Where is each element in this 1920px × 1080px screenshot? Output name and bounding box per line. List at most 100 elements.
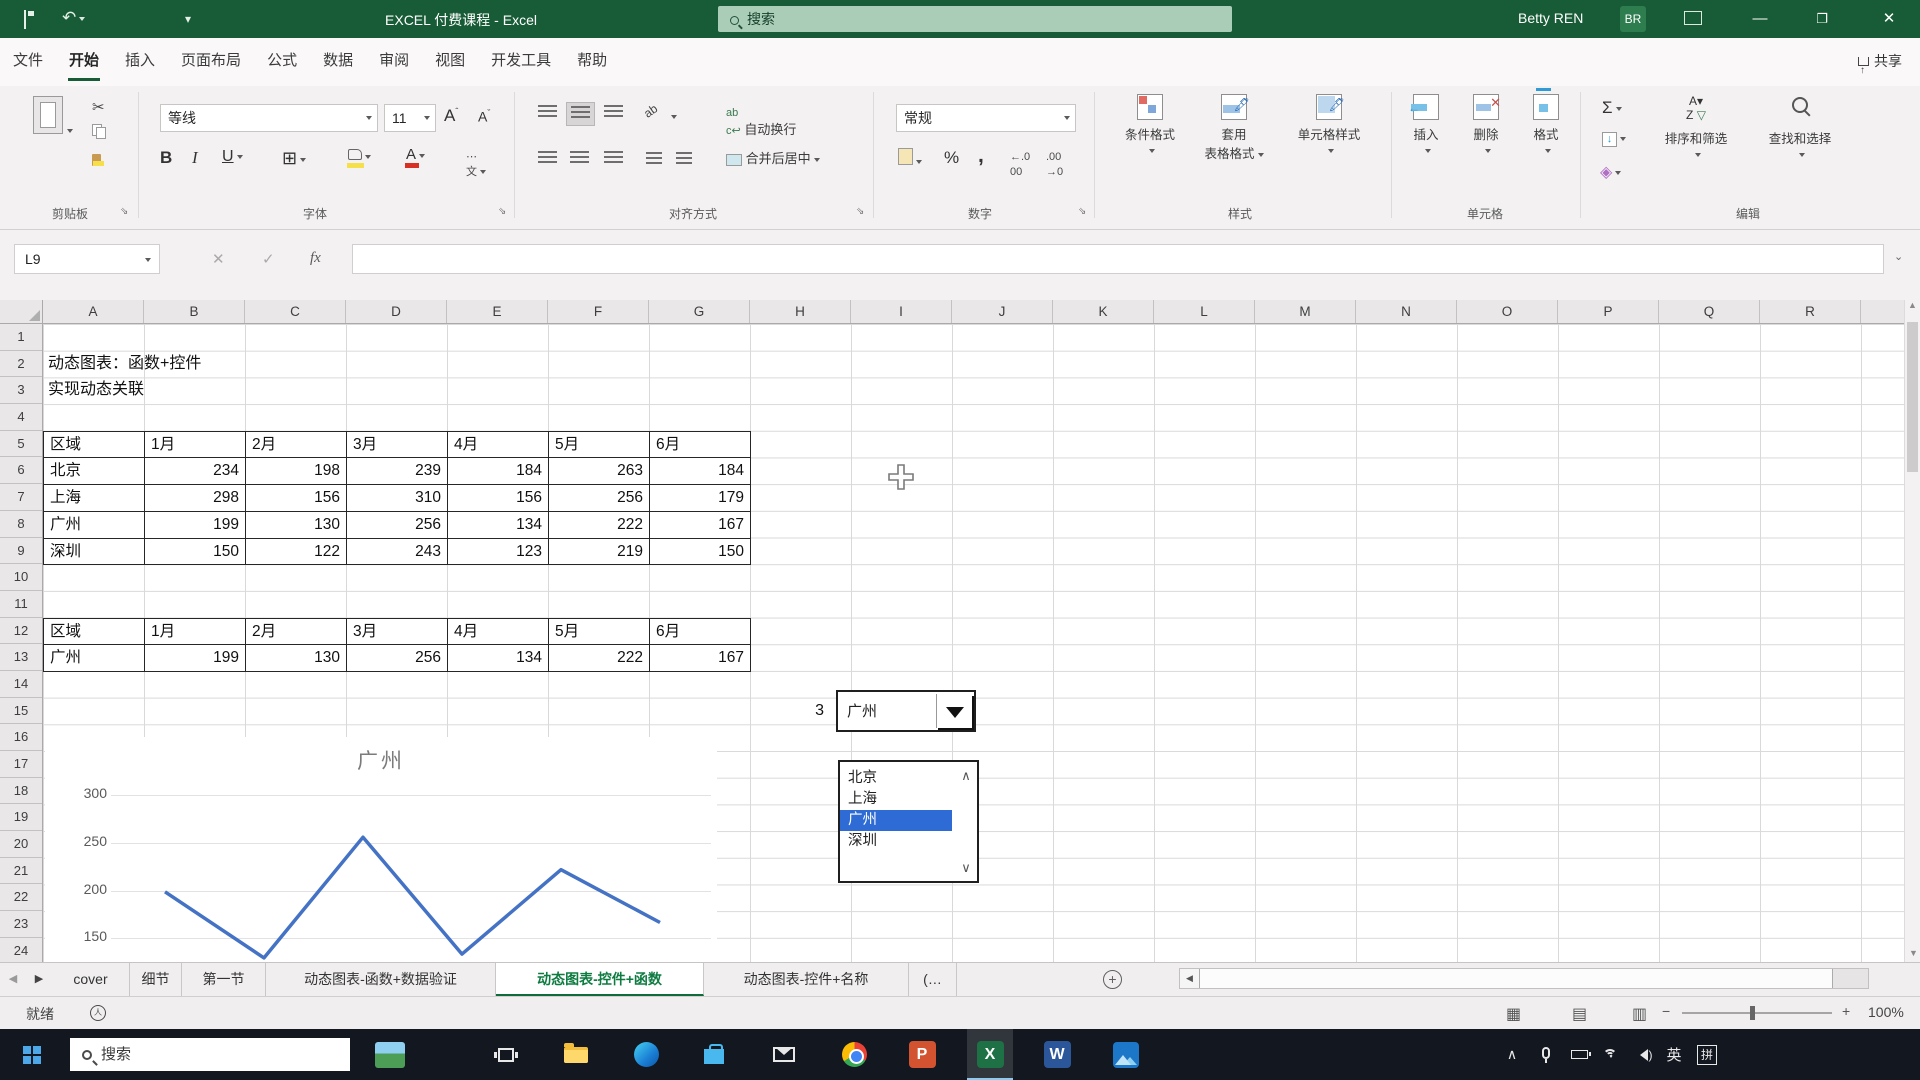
region-combo-box[interactable]: 广州 — [836, 690, 976, 732]
increase-decimal-icon[interactable]: ←.0 00 — [1010, 148, 1030, 178]
row-header[interactable]: 13 — [0, 644, 42, 671]
restore-button[interactable]: ❐ — [1799, 0, 1845, 38]
edge-icon[interactable] — [624, 1029, 668, 1080]
zoom-in-icon[interactable]: + — [1842, 1003, 1850, 1019]
column-header[interactable]: A — [43, 300, 144, 323]
sheet-tab[interactable]: 细节 — [130, 963, 182, 996]
row-header[interactable]: 5 — [0, 431, 42, 458]
row-header[interactable]: 21 — [0, 858, 42, 885]
close-button[interactable]: ✕ — [1866, 0, 1912, 38]
column-header[interactable]: R — [1760, 300, 1861, 323]
row-header[interactable]: 22 — [0, 884, 42, 912]
region-cell[interactable]: 深圳 — [44, 538, 145, 566]
header-cell[interactable]: 区域 — [44, 618, 145, 646]
header-cell[interactable]: 3月 — [347, 431, 448, 459]
value-cell[interactable]: 222 — [549, 645, 650, 673]
insert-cells-button[interactable]: ← 插入 — [1398, 94, 1454, 157]
powerpoint-icon[interactable]: P — [900, 1029, 944, 1080]
fill-color-icon[interactable] — [347, 148, 371, 168]
mail-icon[interactable] — [762, 1029, 806, 1080]
align-middle-icon[interactable] — [566, 102, 595, 126]
cell-a3[interactable]: 实现动态关联 — [48, 377, 144, 404]
enter-formula-icon[interactable]: ✓ — [262, 250, 275, 268]
row-header[interactable]: 14 — [0, 671, 42, 698]
row-header[interactable]: 20 — [0, 831, 42, 858]
row-header[interactable]: 18 — [0, 778, 42, 805]
value-cell[interactable]: 156 — [246, 485, 347, 512]
row-header[interactable]: 3 — [0, 377, 42, 405]
sheet-tab-cover[interactable]: cover — [52, 963, 130, 996]
tab-data[interactable]: 数据 — [310, 38, 366, 84]
font-name-select[interactable]: 等线 — [160, 104, 378, 132]
decrease-indent-icon[interactable] — [646, 152, 662, 168]
accounting-format-icon[interactable] — [898, 148, 922, 168]
column-header[interactable]: G — [649, 300, 750, 323]
tab-developer[interactable]: 开发工具 — [478, 38, 564, 84]
value-cell[interactable]: 134 — [448, 645, 549, 673]
cut-icon[interactable]: ✂ — [92, 98, 105, 116]
value-cell[interactable]: 234 — [145, 458, 246, 486]
horizontal-scrollbar[interactable]: ◀ — [1179, 968, 1869, 989]
region-data-table[interactable]: 区域 1月 2月 3月 4月 5月 6月 北京 234 198 239 184 263 184 上海 29… — [43, 430, 751, 566]
value-cell[interactable]: 184 — [448, 458, 549, 486]
ribbon-display-options-icon[interactable] — [1684, 11, 1702, 25]
align-left-icon[interactable] — [534, 148, 561, 170]
header-cell[interactable]: 6月 — [650, 431, 751, 459]
header-cell[interactable]: 6月 — [650, 618, 751, 646]
undo-icon[interactable]: ↶ — [62, 8, 86, 28]
speaker-icon[interactable]: ) — [1628, 1029, 1658, 1080]
avatar[interactable]: BR — [1620, 6, 1646, 32]
value-cell[interactable]: 184 — [650, 458, 751, 486]
table-row[interactable]: 上海 298 156 310 156 256 179 — [44, 485, 751, 512]
autosum-icon[interactable]: Σ — [1602, 98, 1622, 118]
file-explorer-icon[interactable] — [554, 1029, 598, 1080]
value-cell[interactable]: 243 — [347, 538, 448, 566]
row-header[interactable]: 2 — [0, 351, 42, 378]
value-cell[interactable]: 222 — [549, 511, 650, 539]
table-row[interactable]: 北京 234 198 239 184 263 184 — [44, 458, 751, 486]
paste-dropdown-icon[interactable] — [66, 129, 73, 136]
sort-filter-button[interactable]: A▾ Z ▽ 排序和筛选 — [1648, 94, 1744, 161]
page-layout-view-icon[interactable]: ▤ — [1572, 1004, 1587, 1024]
ime-mode-indicator[interactable]: 拼 — [1692, 1029, 1722, 1080]
header-cell[interactable]: 1月 — [145, 431, 246, 459]
region-cell[interactable]: 广州 — [44, 645, 145, 673]
orientation-dropdown-icon[interactable] — [668, 108, 677, 123]
zoom-out-icon[interactable]: − — [1662, 1003, 1670, 1019]
increase-indent-icon[interactable] — [676, 152, 692, 168]
align-right-icon[interactable] — [600, 148, 627, 170]
header-cell[interactable]: 4月 — [448, 618, 549, 646]
tab-formulas[interactable]: 公式 — [254, 38, 310, 84]
region-list-box[interactable]: 北京 上海 广州 深圳 ∧ ∨ — [838, 760, 979, 883]
row-header[interactable]: 12 — [0, 618, 42, 645]
column-header[interactable]: C — [245, 300, 346, 323]
table-row[interactable]: 深圳 150 122 243 123 219 150 — [44, 538, 751, 566]
save-icon[interactable] — [24, 10, 26, 29]
tab-page-layout[interactable]: 页面布局 — [168, 38, 254, 84]
tab-help[interactable]: 帮助 — [564, 38, 620, 84]
listbox-scroll-up-icon[interactable]: ∧ — [957, 768, 975, 784]
tab-file[interactable]: 文件 — [0, 38, 56, 84]
cell-a2[interactable]: 动态图表：函数+控件 — [48, 351, 201, 378]
column-header[interactable]: H — [750, 300, 851, 323]
sheet-tab-overflow[interactable]: (… — [909, 963, 957, 996]
header-cell[interactable]: 2月 — [246, 431, 347, 459]
value-cell[interactable]: 310 — [347, 485, 448, 512]
row-header[interactable]: 8 — [0, 511, 42, 538]
horizontal-scrollbar-thumb[interactable] — [1200, 969, 1833, 988]
row-header[interactable]: 15 — [0, 698, 42, 725]
decrease-decimal-icon[interactable]: .00 →0 — [1046, 148, 1063, 178]
row-header[interactable]: 17 — [0, 751, 42, 778]
wifi-icon[interactable] — [1596, 1029, 1626, 1080]
row-header[interactable]: 24 — [0, 938, 42, 962]
value-cell[interactable]: 130 — [246, 511, 347, 539]
zoom-level[interactable]: 100% — [1868, 1004, 1904, 1020]
tab-insert[interactable]: 插入 — [112, 38, 168, 84]
tab-review[interactable]: 审阅 — [366, 38, 422, 84]
merge-center-button[interactable]: 合并后居中 — [726, 148, 820, 167]
row-header[interactable]: 4 — [0, 404, 42, 431]
value-cell[interactable]: 256 — [347, 645, 448, 673]
row-header[interactable]: 10 — [0, 564, 42, 591]
minimize-button[interactable]: — — [1737, 0, 1783, 38]
font-size-select[interactable]: 11 — [384, 104, 436, 132]
